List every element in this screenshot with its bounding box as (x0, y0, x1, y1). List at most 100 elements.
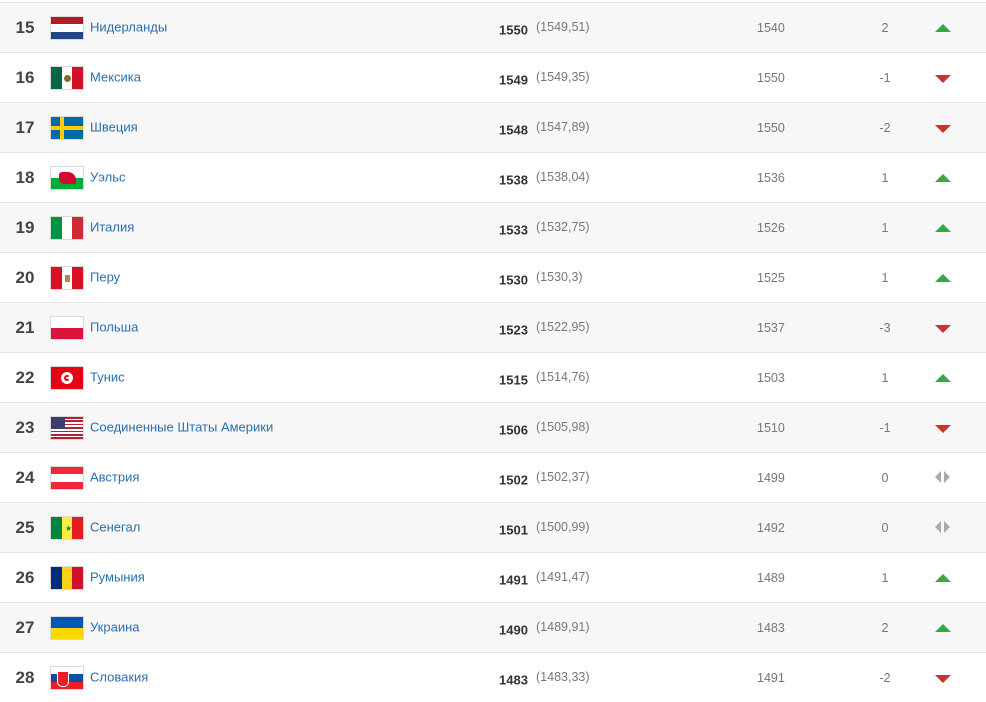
table-row-15[interactable]: 15 Нидерланды 1550 (1549,51) 1540 2 (0, 2, 986, 52)
table-row-18[interactable]: 18 Уэльс 1538 (1538,04) 1536 1 (0, 152, 986, 202)
total-points: 1550 (499, 22, 528, 38)
country-name-link[interactable]: Польша (90, 319, 138, 334)
tn-flag-icon (50, 366, 84, 390)
arrow-up-icon (935, 270, 951, 286)
pe-flag-icon (50, 266, 84, 290)
rank-change: 2 (881, 620, 889, 635)
rank-change: 0 (881, 470, 889, 485)
rank-change: 1 (881, 370, 889, 385)
rank-change: 1 (881, 570, 889, 585)
rank-number: 24 (15, 467, 35, 487)
total-points-exact: (1547,89) (536, 119, 590, 134)
ua-flag-icon (50, 616, 84, 640)
no-change-icon (935, 520, 951, 536)
total-points: 1491 (499, 572, 528, 588)
rank-change: 0 (881, 520, 889, 535)
arrow-down-icon (935, 70, 951, 86)
total-points-exact: (1538,04) (536, 169, 590, 184)
ranking-table: 15 Нидерланды 1550 (1549,51) 1540 2 16 М… (0, 2, 986, 702)
country-name-link[interactable]: Мексика (90, 69, 141, 84)
rank-change: -2 (879, 120, 891, 135)
rank-change: -1 (879, 420, 891, 435)
country-name-link[interactable]: Уэльс (90, 169, 125, 184)
pl-flag-icon (50, 316, 84, 340)
country-name-link[interactable]: Соединенные Штаты Америки (90, 419, 273, 434)
table-row-20[interactable]: 20 Перу 1530 (1530,3) 1525 1 (0, 252, 986, 302)
rank-number: 21 (15, 317, 35, 337)
table-row-19[interactable]: 19 Италия 1533 (1532,75) 1526 1 (0, 202, 986, 252)
arrow-up-icon (935, 620, 951, 636)
total-points-exact: (1502,37) (536, 469, 590, 484)
ro-flag-icon (50, 566, 84, 590)
sn-flag-icon: ★ (50, 516, 84, 540)
total-points: 1515 (499, 372, 528, 388)
total-points: 1549 (499, 72, 528, 88)
rank-number: 25 (15, 517, 35, 537)
previous-points: 1483 (757, 620, 785, 635)
total-points: 1530 (499, 272, 528, 288)
total-points-exact: (1505,98) (536, 419, 590, 434)
table-row-27[interactable]: 27 Украина 1490 (1489,91) 1483 2 (0, 602, 986, 652)
rank-number: 22 (15, 367, 35, 387)
total-points-exact: (1514,76) (536, 369, 590, 384)
rank-change: 1 (881, 170, 889, 185)
total-points: 1483 (499, 672, 528, 688)
country-name-link[interactable]: Тунис (90, 369, 125, 384)
table-row-16[interactable]: 16 Мексика 1549 (1549,35) 1550 -1 (0, 52, 986, 102)
arrow-up-icon (935, 170, 951, 186)
previous-points: 1526 (757, 220, 785, 235)
country-name-link[interactable]: Румыния (90, 569, 145, 584)
arrow-up-icon (935, 370, 951, 386)
country-name-link[interactable]: Нидерланды (90, 19, 167, 34)
rank-number: 16 (15, 67, 35, 87)
sk-flag-icon (50, 666, 84, 690)
country-name-link[interactable]: Перу (90, 269, 120, 284)
country-name-link[interactable]: Швеция (90, 119, 138, 134)
previous-points: 1537 (757, 320, 785, 335)
table-row-25[interactable]: 25 ★ Сенегал 1501 (1500,99) 1492 0 (0, 502, 986, 552)
previous-points: 1491 (757, 670, 785, 685)
rank-number: 26 (15, 567, 35, 587)
previous-points: 1499 (757, 470, 785, 485)
rank-number: 27 (15, 617, 35, 637)
total-points: 1502 (499, 472, 528, 488)
country-name-link[interactable]: Австрия (90, 469, 139, 484)
rank-number: 18 (15, 167, 35, 187)
rank-change: 1 (881, 270, 889, 285)
total-points-exact: (1532,75) (536, 219, 590, 234)
table-row-26[interactable]: 26 Румыния 1491 (1491,47) 1489 1 (0, 552, 986, 602)
rank-change: -2 (879, 670, 891, 685)
se-flag-icon (50, 116, 84, 140)
arrow-down-icon (935, 320, 951, 336)
previous-points: 1492 (757, 520, 785, 535)
arrow-up-icon (935, 570, 951, 586)
rank-number: 17 (15, 117, 35, 137)
table-row-22[interactable]: 22 Тунис 1515 (1514,76) 1503 1 (0, 352, 986, 402)
wales-flag-icon (50, 166, 84, 190)
previous-points: 1503 (757, 370, 785, 385)
previous-points: 1540 (757, 20, 785, 35)
table-row-23[interactable]: 23 Соединенные Штаты Америки 1506 (1505,… (0, 402, 986, 452)
table-row-17[interactable]: 17 Швеция 1548 (1547,89) 1550 -2 (0, 102, 986, 152)
total-points-exact: (1549,51) (536, 19, 590, 34)
no-change-icon (935, 470, 951, 486)
total-points: 1506 (499, 422, 528, 438)
previous-points: 1550 (757, 70, 785, 85)
total-points: 1538 (499, 172, 528, 188)
country-name-link[interactable]: Сенегал (90, 519, 140, 534)
country-name-link[interactable]: Украина (90, 619, 140, 634)
table-row-21[interactable]: 21 Польша 1523 (1522,95) 1537 -3 (0, 302, 986, 352)
table-row-28[interactable]: 28 Словакия 1483 (1483,33) 1491 -2 (0, 652, 986, 702)
total-points: 1501 (499, 522, 528, 538)
total-points-exact: (1489,91) (536, 619, 590, 634)
country-name-link[interactable]: Италия (90, 219, 134, 234)
total-points-exact: (1500,99) (536, 519, 590, 534)
previous-points: 1536 (757, 170, 785, 185)
country-name-link[interactable]: Словакия (90, 669, 148, 684)
total-points: 1523 (499, 322, 528, 338)
table-row-24[interactable]: 24 Австрия 1502 (1502,37) 1499 0 (0, 452, 986, 502)
rank-number: 20 (15, 267, 35, 287)
total-points: 1548 (499, 122, 528, 138)
rank-change: -3 (879, 320, 891, 335)
rank-number: 28 (15, 667, 35, 687)
